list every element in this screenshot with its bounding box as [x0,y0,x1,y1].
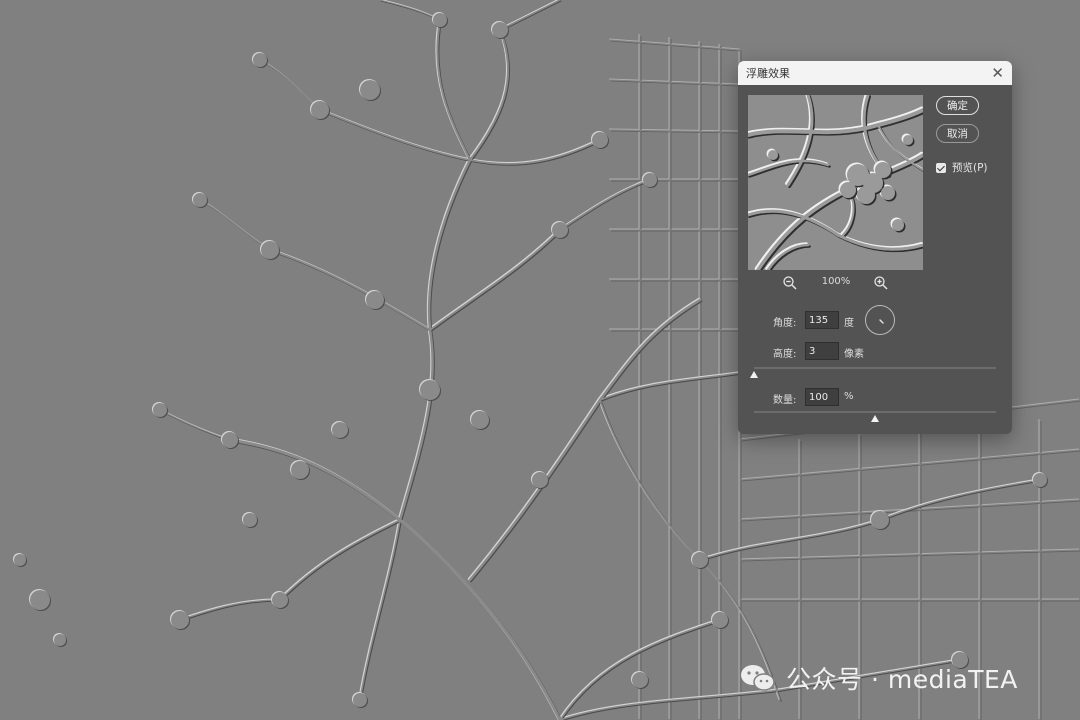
zoom-in-icon[interactable] [873,275,889,291]
filter-preview[interactable] [748,95,923,270]
watermark-text: 公众号 · mediaTEA [786,665,1018,694]
cancel-button[interactable]: 取消 [936,124,979,143]
angle-unit: 度 [844,318,854,329]
angle-label: 角度: [773,318,797,329]
height-slider[interactable] [754,367,996,369]
dialog-title: 浮雕效果 [746,67,790,80]
preview-label: 预览(P) [952,162,988,174]
zoom-out-icon[interactable] [782,275,798,291]
amount-slider[interactable] [754,411,996,413]
amount-slider-thumb[interactable] [871,415,879,422]
amount-unit: % [844,391,854,402]
height-slider-thumb[interactable] [750,371,758,378]
height-unit: 像素 [844,349,864,360]
wechat-icon [741,665,775,691]
zoom-level: 100% [821,276,851,287]
height-label: 高度: [773,349,797,360]
preview-toggle[interactable]: 预览(P) [936,160,988,175]
dialog-titlebar[interactable]: 浮雕效果 ✕ [738,61,1012,85]
amount-input[interactable] [805,388,839,406]
amount-label: 数量: [773,395,797,406]
angle-input[interactable] [805,311,839,329]
emboss-dialog: 浮雕效果 ✕ 100% 确定 取消 预览(P) 角度: 135 度 高度: 3 … [738,61,1012,434]
close-icon[interactable]: ✕ [991,65,1004,81]
watermark: 公众号 · mediaTEA [738,660,1018,696]
ok-button[interactable]: 确定 [936,96,979,115]
angle-dial[interactable] [865,305,895,335]
zoom-controls: 100% [748,275,923,291]
height-input[interactable] [805,342,839,360]
preview-image [748,95,923,270]
preview-checkbox[interactable] [936,162,946,173]
angle-indicator-icon [879,319,884,324]
